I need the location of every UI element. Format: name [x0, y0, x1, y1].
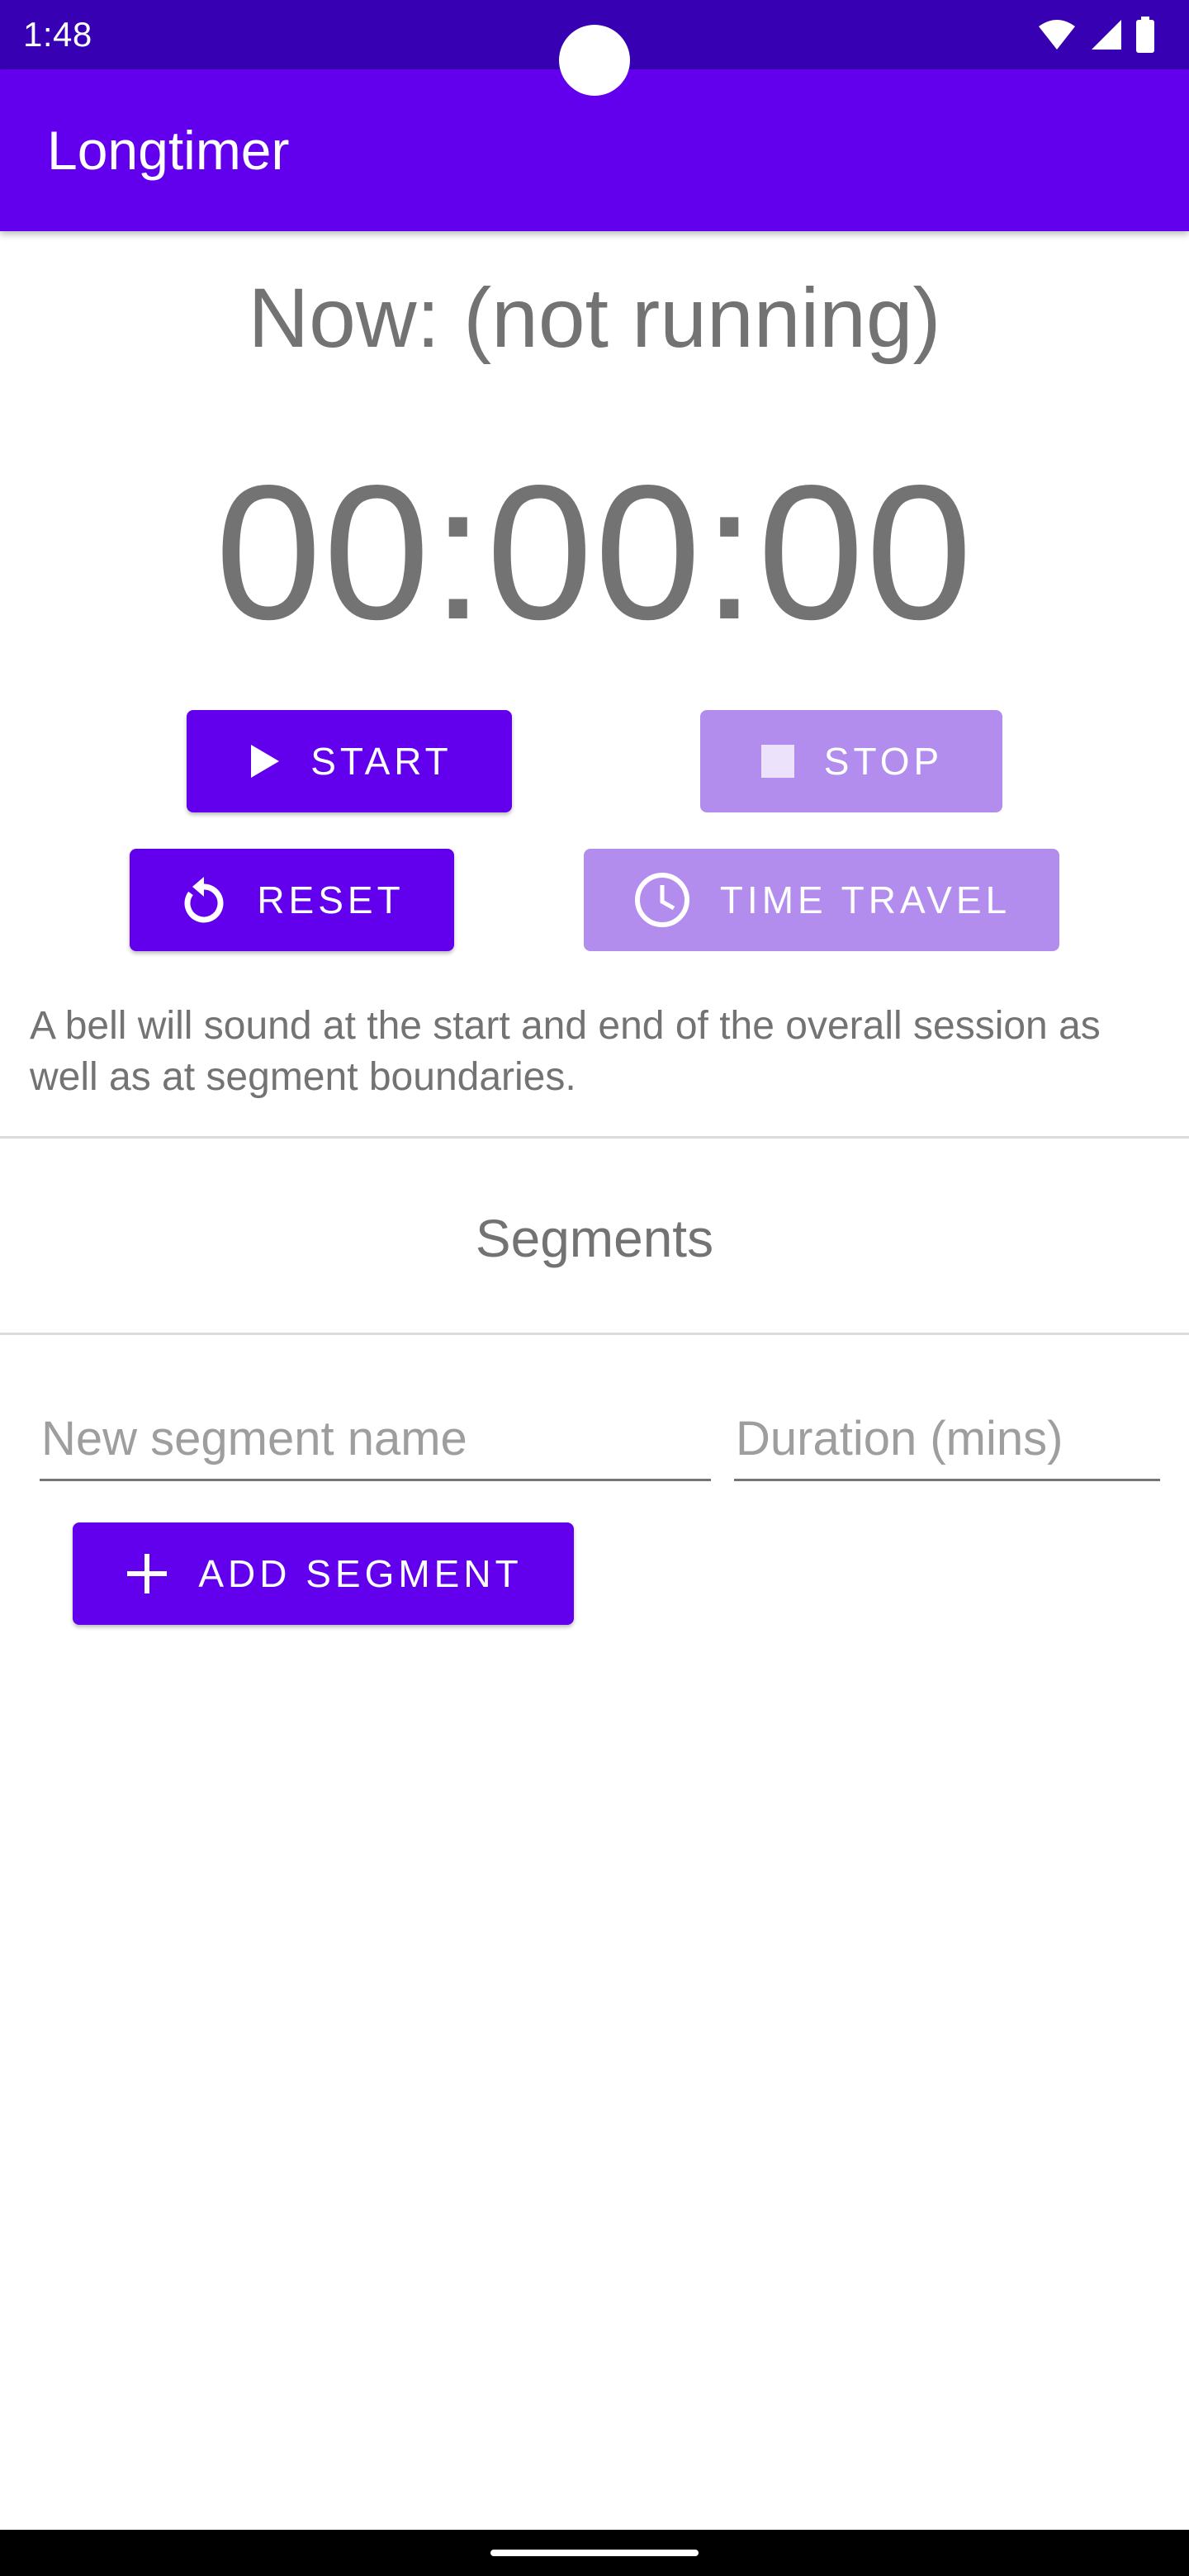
time-travel-button-label: TIME TRAVEL [719, 878, 1011, 921]
plus-icon [124, 1551, 170, 1597]
divider [0, 1136, 1189, 1139]
now-label: Now: (not running) [248, 271, 941, 365]
status-icons [1037, 15, 1156, 54]
reset-button-label: RESET [257, 878, 405, 921]
navigation-bar [0, 2530, 1189, 2576]
segments-heading: Segments [475, 1209, 714, 1268]
signal-icon [1088, 18, 1123, 51]
stop-button[interactable]: STOP [700, 710, 1002, 812]
timer-display: 00:00:00 [215, 446, 974, 660]
divider [0, 1333, 1189, 1335]
battery-icon [1135, 17, 1156, 53]
stop-icon [760, 743, 796, 779]
clock-icon [632, 870, 692, 930]
info-text: A bell will sound at the start and end o… [30, 1004, 1101, 1099]
play-icon [246, 741, 282, 781]
reset-button[interactable]: RESET [130, 849, 454, 951]
add-segment-button-label: ADD SEGMENT [198, 1552, 523, 1595]
time-travel-button[interactable]: TIME TRAVEL [584, 849, 1059, 951]
start-button-label: START [310, 740, 452, 783]
reset-icon [179, 874, 229, 926]
app-title: Longtimer [47, 120, 290, 181]
add-segment-button[interactable]: ADD SEGMENT [73, 1522, 574, 1625]
home-gesture-handle[interactable] [490, 2550, 699, 2556]
wifi-icon [1037, 18, 1077, 51]
segment-name-input[interactable] [40, 1409, 711, 1481]
segment-duration-input[interactable] [734, 1409, 1160, 1481]
status-time: 1:48 [23, 15, 92, 54]
start-button[interactable]: START [187, 710, 512, 812]
stop-button-label: STOP [823, 740, 944, 783]
camera-cutout [559, 25, 630, 96]
